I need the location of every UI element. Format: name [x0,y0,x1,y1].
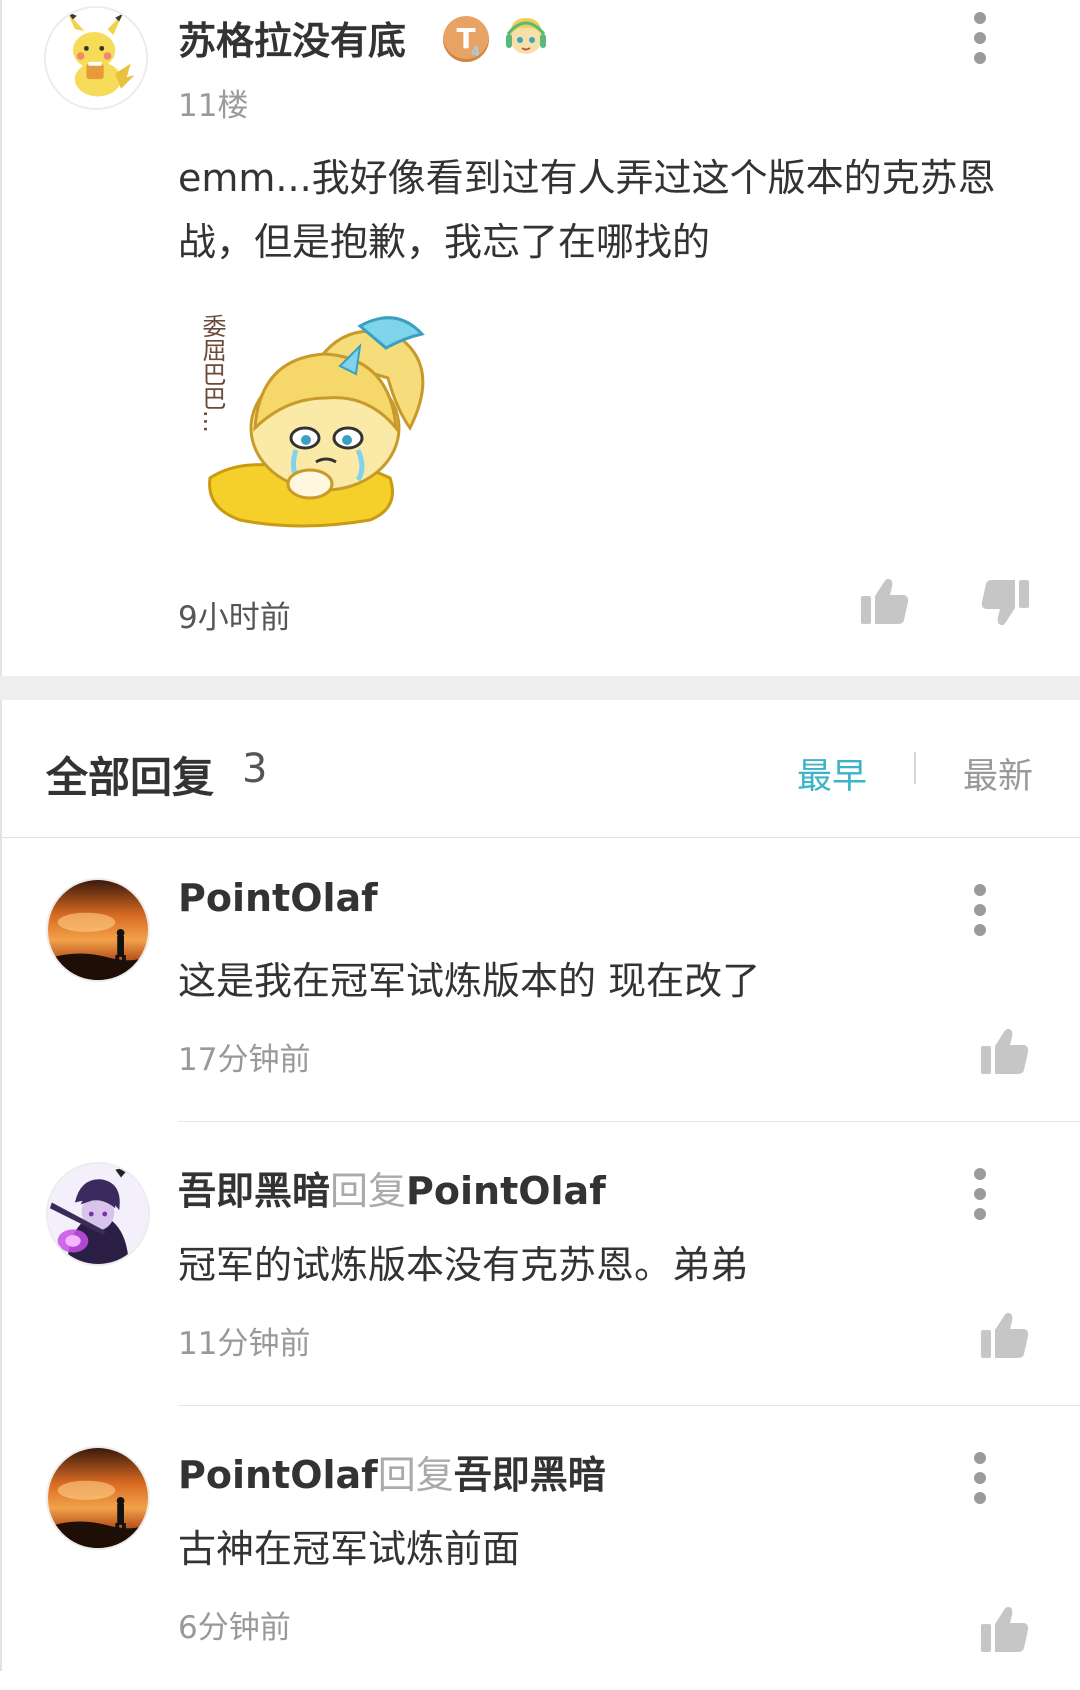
reply-time: 6分钟前 [178,1610,291,1646]
sort-earliest-tab[interactable]: 最早 [797,748,867,799]
thumbs-down-icon [980,578,1030,628]
section-separator [0,676,1080,700]
reply-content: 冠军的试炼版本没有克苏恩。弟弟 [178,1243,749,1287]
thumbs-up-icon [980,1310,1030,1360]
more-options-button[interactable] [960,882,1000,938]
reply-item: PointOlaf回复吾即黑暗 古神在冠军试炼前面 6分钟前 [0,1406,1080,1690]
silhouette-avatar-icon [48,880,148,980]
thumbs-up-icon [980,1026,1030,1076]
replies-count: 3 [242,746,268,792]
level-badge-number: 4 [471,45,481,60]
reply-author[interactable]: PointOlaf [178,1453,378,1497]
more-vertical-icon [974,1452,986,1464]
more-vertical-icon [974,12,986,24]
post-time: 9小时前 [178,600,291,636]
post-username[interactable]: 苏格拉没有底 [178,10,406,65]
reply-username[interactable]: 吾即黑暗回复PointOlaf [178,1160,606,1215]
reply-item: 吾即黑暗回复PointOlaf 冠军的试炼版本没有克苏恩。弟弟 11分钟前 [0,1122,1080,1406]
avatar-badge-icon [506,18,546,54]
reply-time: 17分钟前 [178,1042,311,1078]
reply-author[interactable]: 吾即黑暗 [178,1169,330,1213]
like-button[interactable] [980,1604,1030,1654]
floor-number: 11楼 [178,88,249,124]
sort-latest-tab[interactable]: 最新 [963,748,1033,799]
avatar[interactable] [46,1162,150,1266]
replies-title: 全部回复 [46,753,215,802]
more-options-button[interactable] [960,1166,1000,1222]
floor-post: 苏格拉没有底 T4 11楼 emm...我好像看到过有人弄过这个版本的克苏恩战，… [0,0,1080,676]
reply-username[interactable]: PointOlaf [178,876,378,920]
thumbs-up-icon [860,576,910,626]
dislike-button[interactable] [980,578,1030,628]
reply-content: 这是我在冠军试炼版本的 现在改了 [178,959,761,1003]
reply-to-label: 回复 [330,1169,407,1213]
more-options-button[interactable] [960,10,1000,66]
reply-username[interactable]: PointOlaf回复吾即黑暗 [178,1444,606,1499]
silhouette-avatar-icon [48,1448,148,1548]
like-button[interactable] [980,1310,1030,1360]
more-vertical-icon [974,1168,986,1180]
sort-divider [914,752,916,784]
more-vertical-icon [974,884,986,896]
like-button[interactable] [980,1026,1030,1076]
avatar[interactable] [46,1446,150,1550]
reply-to-label: 回复 [377,1453,454,1497]
replies-header: 全部回复 3 最早 最新 [0,700,1080,838]
thumbs-up-icon [980,1604,1030,1654]
post-content: emm...我好像看到过有人弄过这个版本的克苏恩战，但是抱歉，我忘了在哪找的 [178,156,996,264]
sticker-caption: 委屈巴巴... [200,314,226,433]
dark-girl-avatar-icon [48,1164,148,1264]
avatar[interactable] [44,6,148,110]
reply-item: PointOlaf 这是我在冠军试炼版本的 现在改了 17分钟前 [0,838,1080,1122]
crying-girl-sticker-image: 委屈巴巴... [200,314,425,528]
level-badge-icon: T4 [443,16,489,62]
reply-author[interactable]: PointOlaf [178,876,378,920]
more-options-button[interactable] [960,1450,1000,1506]
reply-target[interactable]: 吾即黑暗 [454,1453,606,1497]
like-button[interactable] [860,576,910,626]
pikachu-avatar-icon [46,8,146,108]
reply-time: 11分钟前 [178,1326,311,1362]
reply-target[interactable]: PointOlaf [406,1169,606,1213]
avatar[interactable] [46,878,150,982]
reply-content: 古神在冠军试炼前面 [178,1527,521,1571]
